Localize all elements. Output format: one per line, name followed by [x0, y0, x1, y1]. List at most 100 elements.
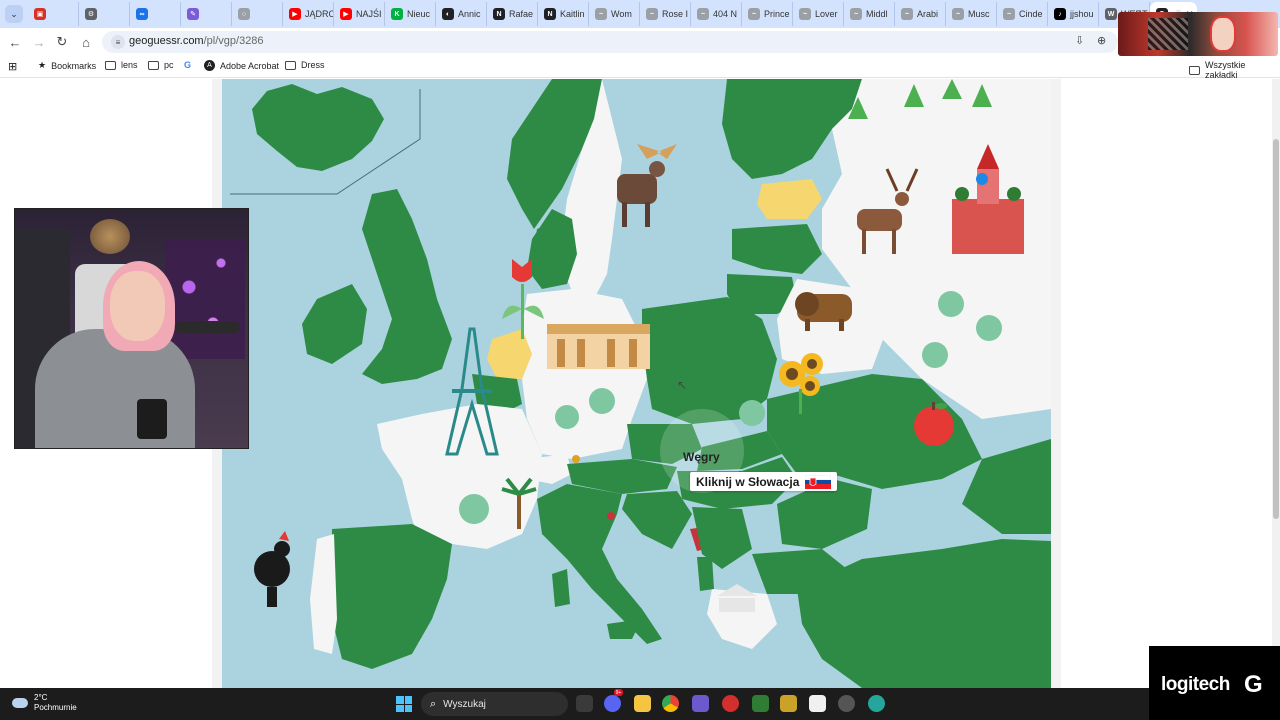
- install-app-icon[interactable]: ⇩: [1075, 34, 1084, 47]
- browser-tab[interactable]: ~ Prince: [742, 2, 793, 26]
- file-explorer-icon[interactable]: [634, 695, 651, 712]
- browser-tab[interactable]: K Nieuc: [385, 2, 436, 26]
- reload-icon[interactable]: ↻: [54, 34, 70, 50]
- app-icon[interactable]: [780, 695, 797, 712]
- tab-favicon-icon: ~: [646, 8, 658, 20]
- bookmark-dress[interactable]: Dress: [285, 60, 325, 70]
- browser-tab[interactable]: ~ Cinde: [997, 2, 1048, 26]
- tab-title: Wom: [611, 9, 632, 19]
- tab-title: Rose I: [662, 9, 689, 19]
- browser-tab[interactable]: ○: [232, 2, 283, 26]
- europe-map[interactable]: [222, 79, 1051, 688]
- site-info-icon[interactable]: ≡: [111, 35, 125, 49]
- tab-favicon-icon: ◐: [442, 8, 454, 20]
- app-icon[interactable]: [722, 695, 739, 712]
- bookmark-google[interactable]: G: [184, 60, 191, 70]
- taskbar-search[interactable]: ⌕ Wyszukaj: [421, 692, 568, 716]
- bookmarks-bar: ⊞ ★ Bookmarks lens pc G A Adobe Acrobat …: [0, 56, 1280, 80]
- city-marker: [572, 455, 580, 463]
- browser-tab[interactable]: ◐ Annic: [436, 2, 487, 26]
- country-sardinia[interactable]: [552, 569, 570, 607]
- forward-icon[interactable]: →: [31, 34, 47, 50]
- preview-collage: [1148, 18, 1188, 50]
- browser-tab[interactable]: ~ Arabi: [895, 2, 946, 26]
- weather-temperature: 2°C: [34, 693, 48, 702]
- windows-start-icon[interactable]: [396, 696, 412, 712]
- browser-tab[interactable]: ▣: [28, 2, 79, 26]
- folder-icon: [105, 60, 116, 70]
- streamer-face: [110, 271, 165, 341]
- apps-icon[interactable]: ⊞: [8, 60, 17, 73]
- brandenburg-gate-illustration: [547, 324, 650, 369]
- app-icon[interactable]: [868, 695, 885, 712]
- obs-icon[interactable]: [838, 695, 855, 712]
- browser-tab[interactable]: ▶ NAJŚI: [334, 2, 385, 26]
- chrome-icon[interactable]: [662, 695, 679, 712]
- browser-tab[interactable]: ▶ JĄDRO: [283, 2, 334, 26]
- browser-tab[interactable]: ~ Lover: [793, 2, 844, 26]
- bookmark-adobe-acrobat[interactable]: A Adobe Acrobat: [204, 60, 279, 71]
- folder-icon: [1189, 65, 1200, 75]
- tab-favicon-icon: ~: [1003, 8, 1015, 20]
- browser-tab[interactable]: ~ Middl: [844, 2, 895, 26]
- search-label: Wyszukaj: [443, 698, 486, 710]
- bookmark-label: Adobe Acrobat: [220, 60, 280, 71]
- browser-tab[interactable]: ~404 N: [691, 2, 742, 26]
- map-container: ↖: [212, 79, 1061, 688]
- url-domain: geoguessr.com: [129, 35, 204, 47]
- bookmark-pc[interactable]: pc: [148, 60, 174, 70]
- home-icon[interactable]: ⌂: [78, 34, 94, 50]
- browser-tab[interactable]: ⚙: [79, 2, 130, 26]
- all-bookmarks-label: Wszystkie zakładki: [1204, 60, 1246, 80]
- url-text[interactable]: geoguessr.com/pl/vgp/3286: [129, 35, 264, 47]
- tab-favicon-icon: ~: [595, 8, 607, 20]
- bookmark-bookmarks[interactable]: ★ Bookmarks: [38, 60, 96, 71]
- tab-title: Cinde: [1019, 9, 1043, 19]
- address-bar[interactable]: ≡ geoguessr.com/pl/vgp/3286 ⇩ ⊕: [102, 31, 1118, 53]
- tab-favicon-icon: ~: [901, 8, 913, 20]
- tab-favicon-icon: ▶: [340, 8, 352, 20]
- scroll-thumb[interactable]: [1273, 139, 1279, 519]
- bookmark-lens[interactable]: lens: [105, 60, 138, 70]
- tab-title: jjshou: [1070, 9, 1094, 19]
- webcam-fairy-lights: [165, 239, 245, 359]
- question-prompt: Kliknij w Słowacja: [690, 472, 838, 491]
- browser-tab[interactable]: ∞: [130, 2, 181, 26]
- app-icon[interactable]: [809, 695, 826, 712]
- tab-strip: ⌄ ▣ ⚙ ∞ ✎ ○ ▶ JĄDRO ▶ NAJŚI K Nieuc ◐ Annic N Rafae N Ka…: [0, 0, 1280, 28]
- browser-tab[interactable]: N Kaitlin: [538, 2, 589, 26]
- tab-favicon-icon: N: [544, 8, 556, 20]
- logitech-watermark: logitech G: [1149, 646, 1280, 720]
- bookmark-label: Bookmarks: [51, 60, 97, 71]
- task-view-icon[interactable]: [576, 695, 593, 712]
- browser-tab[interactable]: ~ Wom: [589, 2, 640, 26]
- folder-icon: [148, 60, 159, 70]
- discord-icon[interactable]: [604, 695, 621, 712]
- zoom-icon[interactable]: ⊕: [1097, 34, 1106, 47]
- browser-tab[interactable]: ~ Musc: [946, 2, 997, 26]
- browser-tab[interactable]: N Rafae: [487, 2, 538, 26]
- weather-widget[interactable]: 2°C Pochmurnie: [12, 693, 77, 713]
- app-icon[interactable]: [692, 695, 709, 712]
- browser-tab[interactable]: ✎: [181, 2, 232, 26]
- browser-tab[interactable]: ~ Rose I: [640, 2, 691, 26]
- browser-tab[interactable]: ♪ jjshou: [1048, 2, 1099, 26]
- tab-favicon-icon: K: [391, 8, 403, 20]
- webcam-overlay: [14, 208, 249, 449]
- page-scrollbar[interactable]: [1272, 79, 1280, 688]
- tab-title: Nieuc: [407, 9, 431, 19]
- url-path: /pl/vgp/3286: [203, 35, 264, 47]
- all-bookmarks-folder[interactable]: Wszystkie zakładki: [1189, 60, 1280, 80]
- tab-title: Middl: [866, 9, 888, 19]
- tab-title: Kaitlin: [560, 9, 585, 19]
- star-icon: ★: [38, 60, 47, 70]
- tab-favicon-icon: ~: [799, 8, 811, 20]
- tab-search-button[interactable]: ⌄: [5, 5, 23, 23]
- tab-title: Arabi: [917, 9, 939, 19]
- weather-condition: Pochmurnie: [34, 703, 77, 712]
- back-icon[interactable]: ←: [7, 34, 23, 50]
- tab-favicon-icon: ∞: [136, 8, 148, 20]
- webcam-lamp: [90, 219, 130, 254]
- nvidia-icon[interactable]: [752, 695, 769, 712]
- tab-favicon-icon: ⚙: [85, 8, 97, 20]
